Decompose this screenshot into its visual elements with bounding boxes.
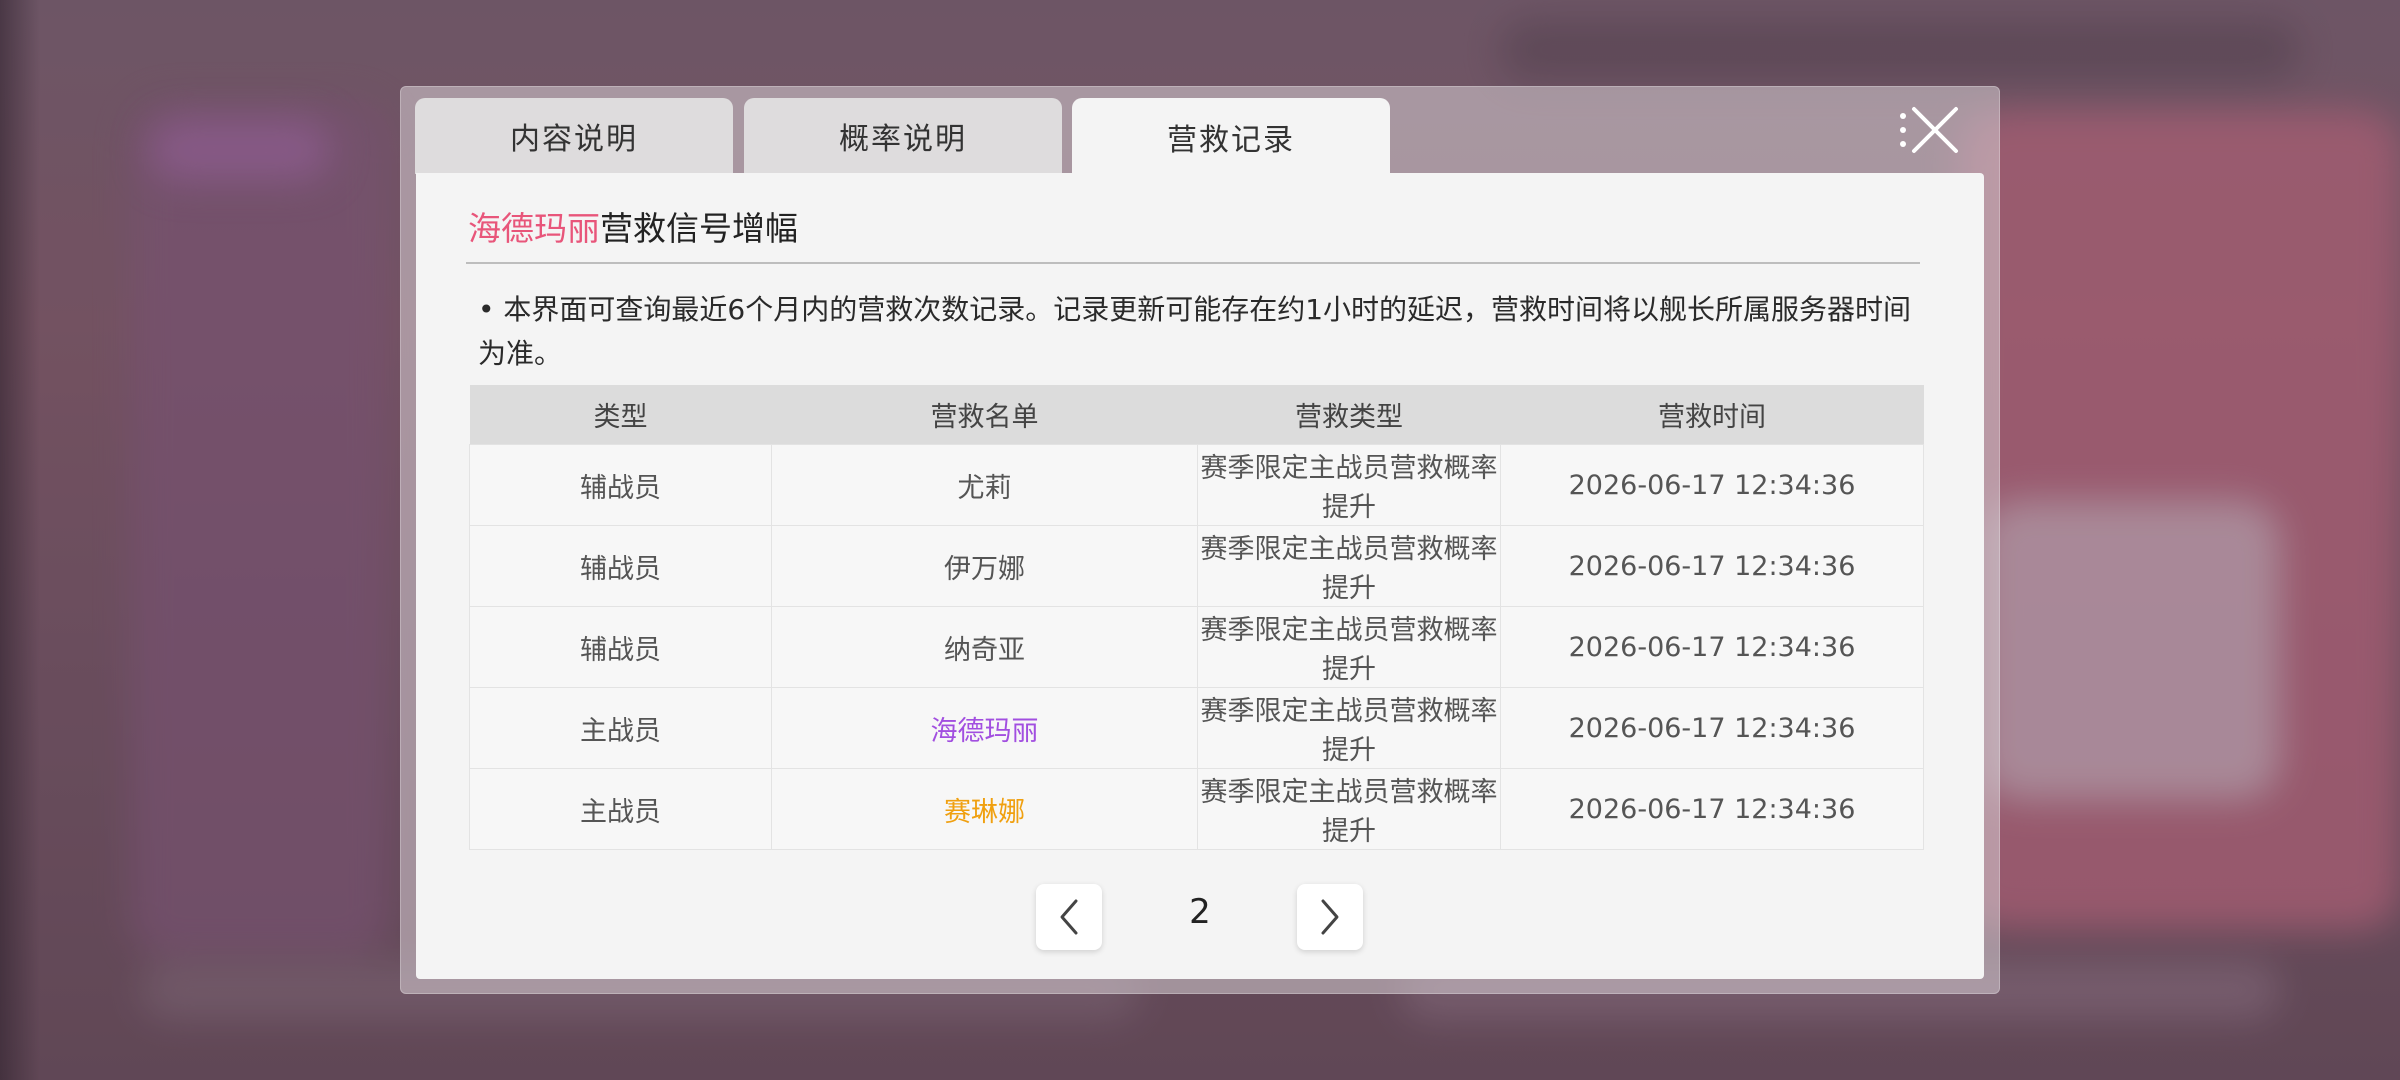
cell-time: 2026-06-17 12:34:36 (1500, 768, 1924, 850)
cell-kind: 主战员 (469, 768, 772, 850)
page-title: 海德玛丽营救信号增幅 (468, 202, 798, 250)
tab-probability-description[interactable]: 概率说明 (744, 98, 1062, 174)
cell-time: 2026-06-17 12:34:36 (1500, 687, 1924, 769)
cell-name: 尤莉 (771, 444, 1198, 526)
chevron-right-icon (1321, 899, 1339, 935)
close-button[interactable] (1900, 100, 1970, 160)
table-row: 主战员 海德玛丽 赛季限定主战员营救概率提升 2026-06-17 12:34:… (469, 687, 1924, 769)
notice-text: • 本界面可查询最近6个月内的营救次数记录。记录更新可能存在约1小时的延迟，营救… (478, 293, 1912, 370)
rescue-records-table: 类型 营救名单 营救类型 营救时间 辅战员 尤莉 赛季限定主战员营救概率提升 2… (469, 385, 1924, 850)
header-rescue-type: 营救类型 (1197, 385, 1501, 445)
cell-rescue-type: 赛季限定主战员营救概率提升 (1197, 606, 1501, 688)
cell-kind: 辅战员 (469, 525, 772, 607)
cell-kind: 辅战员 (469, 606, 772, 688)
table-row: 主战员 赛琳娜 赛季限定主战员营救概率提升 2026-06-17 12:34:3… (469, 768, 1924, 850)
table-row: 辅战员 纳奇亚 赛季限定主战员营救概率提升 2026-06-17 12:34:3… (469, 606, 1924, 688)
cell-rescue-type: 赛季限定主战员营救概率提升 (1197, 525, 1501, 607)
cell-kind: 主战员 (469, 687, 772, 769)
cell-rescue-type: 赛季限定主战员营救概率提升 (1197, 444, 1501, 526)
header-kind: 类型 (469, 385, 772, 445)
tab-content-description[interactable]: 内容说明 (415, 98, 733, 174)
cell-kind: 辅战员 (469, 444, 772, 526)
cell-name: 赛琳娜 (771, 768, 1198, 850)
title-rest: 营救信号增幅 (600, 209, 798, 248)
header-time: 营救时间 (1500, 385, 1924, 445)
cell-name: 海德玛丽 (771, 687, 1198, 769)
next-page-button[interactable] (1297, 884, 1363, 950)
cell-name: 纳奇亚 (771, 606, 1198, 688)
cell-time: 2026-06-17 12:34:36 (1500, 444, 1924, 526)
cell-time: 2026-06-17 12:34:36 (1500, 606, 1924, 688)
title-highlight: 海德玛丽 (468, 209, 600, 248)
page-number: 2 (1189, 892, 1211, 932)
cell-time: 2026-06-17 12:34:36 (1500, 525, 1924, 607)
close-icon (1912, 107, 1958, 153)
prev-page-button[interactable] (1036, 884, 1102, 950)
title-divider (466, 262, 1920, 264)
header-name: 营救名单 (771, 385, 1198, 445)
chevron-left-icon (1060, 899, 1078, 935)
cell-rescue-type: 赛季限定主战员营救概率提升 (1197, 687, 1501, 769)
cell-name: 伊万娜 (771, 525, 1198, 607)
cell-rescue-type: 赛季限定主战员营救概率提升 (1197, 768, 1501, 850)
table-header-row: 类型 营救名单 营救类型 营救时间 (469, 385, 1924, 445)
table-row: 辅战员 伊万娜 赛季限定主战员营救概率提升 2026-06-17 12:34:3… (469, 525, 1924, 607)
table-row: 辅战员 尤莉 赛季限定主战员营救概率提升 2026-06-17 12:34:36 (469, 444, 1924, 526)
tab-rescue-records[interactable]: 营救记录 (1072, 98, 1390, 176)
